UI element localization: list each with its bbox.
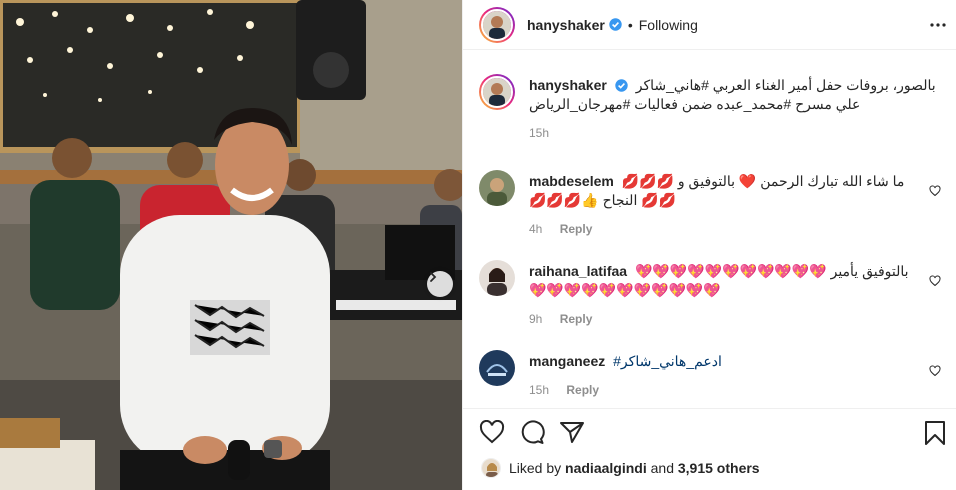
caption-meta: 15h [529,126,939,140]
following-button[interactable]: Following [639,17,698,33]
author-avatar-image [483,10,511,39]
likes-others-link[interactable]: 3,915 others [678,460,760,476]
next-photo-button[interactable] [427,271,453,297]
caption-item: hanyshaker بالصور، بروفات حفل أمير الغنا… [479,74,949,154]
photo-illustration [0,0,462,490]
likes-first-user[interactable]: nadiaalgindi [565,460,647,476]
more-options-icon [930,23,946,27]
comment-time: 15h [529,383,550,397]
commenter-avatar[interactable] [479,260,515,296]
share-icon [560,422,584,443]
comments-list[interactable]: hanyshaker بالصور، بروفات حفل أمير الغنا… [463,62,956,407]
caption-time: 15h [529,126,550,140]
caption-username[interactable]: hanyshaker [529,77,607,93]
share-button[interactable] [559,420,585,447]
comment-time: 4h [529,222,543,236]
header-separator: • [627,16,633,33]
commenter-avatar[interactable] [479,350,515,386]
save-button[interactable] [923,420,947,449]
comment-like-button[interactable] [929,364,941,380]
chevron-right-icon [430,272,437,282]
reply-button[interactable]: Reply [566,383,599,397]
likes-joiner: and [650,460,674,476]
heart-icon [479,419,505,444]
commenter-avatar[interactable] [479,170,515,206]
comment-button[interactable] [519,420,545,447]
likes-summary: Liked by nadiaalgindi and 3,915 others [481,458,760,478]
author-avatar[interactable] [479,74,515,110]
heart-icon [929,365,941,377]
action-bar [463,412,956,452]
comment-username[interactable]: raihana_latifaa [529,263,627,279]
comment-like-button[interactable] [929,274,941,290]
commenter-avatar-image [479,350,515,386]
author-avatar-image [483,78,511,106]
heart-icon [929,185,941,197]
comment-time: 9h [529,312,543,326]
comment-like-button[interactable] [929,184,941,200]
more-options-button[interactable] [929,16,947,37]
liker-avatar-image [482,459,500,477]
author-avatar[interactable] [479,6,515,43]
author-username[interactable]: hanyshaker [527,17,605,33]
comment-username[interactable]: mabdeselem [529,173,614,189]
reply-button[interactable]: Reply [560,222,593,236]
post-photo[interactable] [0,0,462,490]
comment-text: ادعم_هاني_شاكر# [613,353,722,369]
verified-badge-icon [609,18,622,31]
post-header: hanyshaker • Following [463,0,956,50]
reply-button[interactable]: Reply [560,312,593,326]
likes-prefix: Liked by [509,460,562,476]
bookmark-icon [925,421,945,445]
commenter-avatar-image [479,170,515,206]
comment-item: manganeez ادعم_هاني_شاكر# 15h Reply [479,350,949,407]
heart-icon [929,275,941,287]
commenter-avatar-image [479,260,515,296]
comment-icon [521,420,545,444]
divider [463,408,956,409]
like-button[interactable] [479,419,505,447]
comment-username[interactable]: manganeez [529,353,605,369]
liker-avatar[interactable] [481,458,501,478]
post-sidebar: hanyshaker • Following hanyshaker بالصور… [462,0,956,490]
verified-badge-icon [615,79,628,92]
comment-item: mabdeselem ما شاء الله تبارك الرحمن ❤️ ب… [479,170,949,250]
comment-item: raihana_latifaa بالتوفيق يأمير 💖💖💖💖💖💖💖💖💖… [479,260,949,340]
